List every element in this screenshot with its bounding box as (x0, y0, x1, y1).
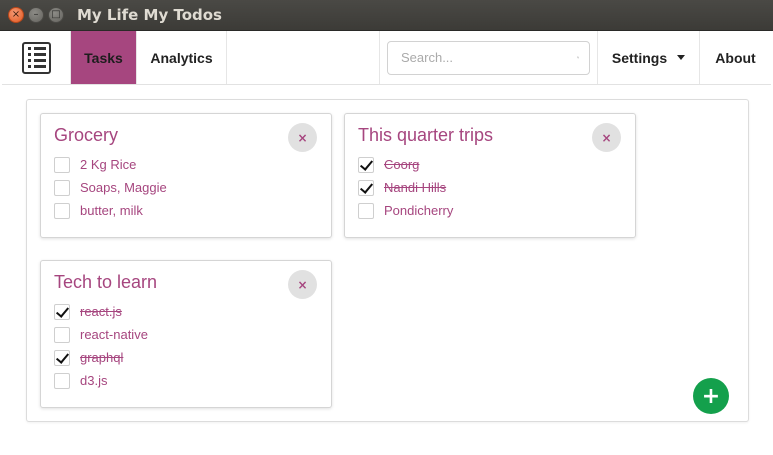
todo-item: d3.js (54, 369, 148, 392)
todo-card-trips: This quarter trips × Coorg Nandi Hills P… (344, 113, 636, 238)
search-container (379, 31, 598, 84)
todo-item: Pondicherry (358, 199, 453, 222)
todo-checkbox[interactable] (54, 179, 70, 196)
todo-item: 2 Kg Rice (54, 153, 167, 176)
todo-item: react.js (54, 300, 148, 323)
search-box[interactable] (387, 40, 590, 75)
todo-item: Nandi Hills (358, 176, 453, 199)
todo-label: react-native (80, 327, 148, 342)
app-window: × – □ My Life My Todos Tasks Analytics S… (0, 0, 773, 455)
todo-item: butter, milk (54, 199, 167, 222)
add-list-button[interactable]: + (693, 378, 729, 414)
todo-checkbox[interactable] (54, 372, 70, 389)
plus-icon: + (701, 383, 721, 409)
settings-dropdown[interactable]: Settings (598, 31, 700, 84)
todo-label: d3.js (80, 373, 108, 388)
settings-label: Settings (611, 49, 668, 66)
list-icon (21, 41, 51, 74)
caret-down-icon (677, 55, 686, 60)
todo-label: react.js (80, 304, 122, 319)
window-title: My Life My Todos (77, 6, 222, 24)
todo-list: react.js react-native graphql d3.js (54, 300, 148, 392)
todo-card-tech: Tech to learn × react.js react-native gr… (40, 260, 332, 408)
todo-checkbox[interactable] (358, 202, 374, 219)
window-maximize-button[interactable]: □ (48, 7, 64, 23)
close-icon[interactable]: × (288, 123, 317, 152)
todo-board: Grocery × 2 Kg Rice Soaps, Maggie butter… (26, 99, 749, 422)
todo-label: Nandi Hills (384, 180, 447, 195)
close-icon[interactable]: × (288, 270, 317, 299)
window-close-button[interactable]: × (8, 7, 24, 23)
close-icon[interactable]: × (592, 123, 621, 152)
todo-label: graphql (80, 350, 124, 365)
brand-logo[interactable] (2, 31, 71, 84)
search-icon[interactable] (577, 50, 579, 65)
navbar: Tasks Analytics Settings About (2, 31, 771, 85)
card-title: Grocery (54, 125, 119, 145)
about-link[interactable]: About (700, 31, 771, 84)
todo-item: react-native (54, 323, 148, 346)
todo-item: Soaps, Maggie (54, 176, 167, 199)
todo-list: 2 Kg Rice Soaps, Maggie butter, milk (54, 153, 167, 222)
todo-label: Pondicherry (384, 203, 454, 218)
todo-label: 2 Kg Rice (80, 157, 137, 172)
todo-label: Coorg (384, 157, 420, 172)
window-minimize-button[interactable]: – (28, 7, 44, 23)
todo-label: Soaps, Maggie (80, 180, 167, 195)
todo-list: Coorg Nandi Hills Pondicherry (358, 153, 453, 222)
todo-checkbox[interactable] (358, 179, 374, 196)
todo-checkbox[interactable] (54, 303, 70, 320)
card-title: Tech to learn (54, 272, 158, 292)
todo-checkbox[interactable] (54, 202, 70, 219)
todo-item: graphql (54, 346, 148, 369)
todo-checkbox[interactable] (54, 349, 70, 366)
todo-checkbox[interactable] (54, 326, 70, 343)
todo-checkbox[interactable] (54, 156, 70, 173)
todo-item: Coorg (358, 153, 453, 176)
tab-tasks[interactable]: Tasks (71, 31, 137, 84)
todo-card-grocery: Grocery × 2 Kg Rice Soaps, Maggie butter… (40, 113, 332, 238)
tab-analytics[interactable]: Analytics (137, 31, 227, 84)
card-title: This quarter trips (358, 125, 494, 145)
search-input[interactable] (401, 50, 577, 65)
todo-checkbox[interactable] (358, 156, 374, 173)
todo-label: butter, milk (80, 203, 143, 218)
title-bar: × – □ My Life My Todos (0, 0, 773, 31)
